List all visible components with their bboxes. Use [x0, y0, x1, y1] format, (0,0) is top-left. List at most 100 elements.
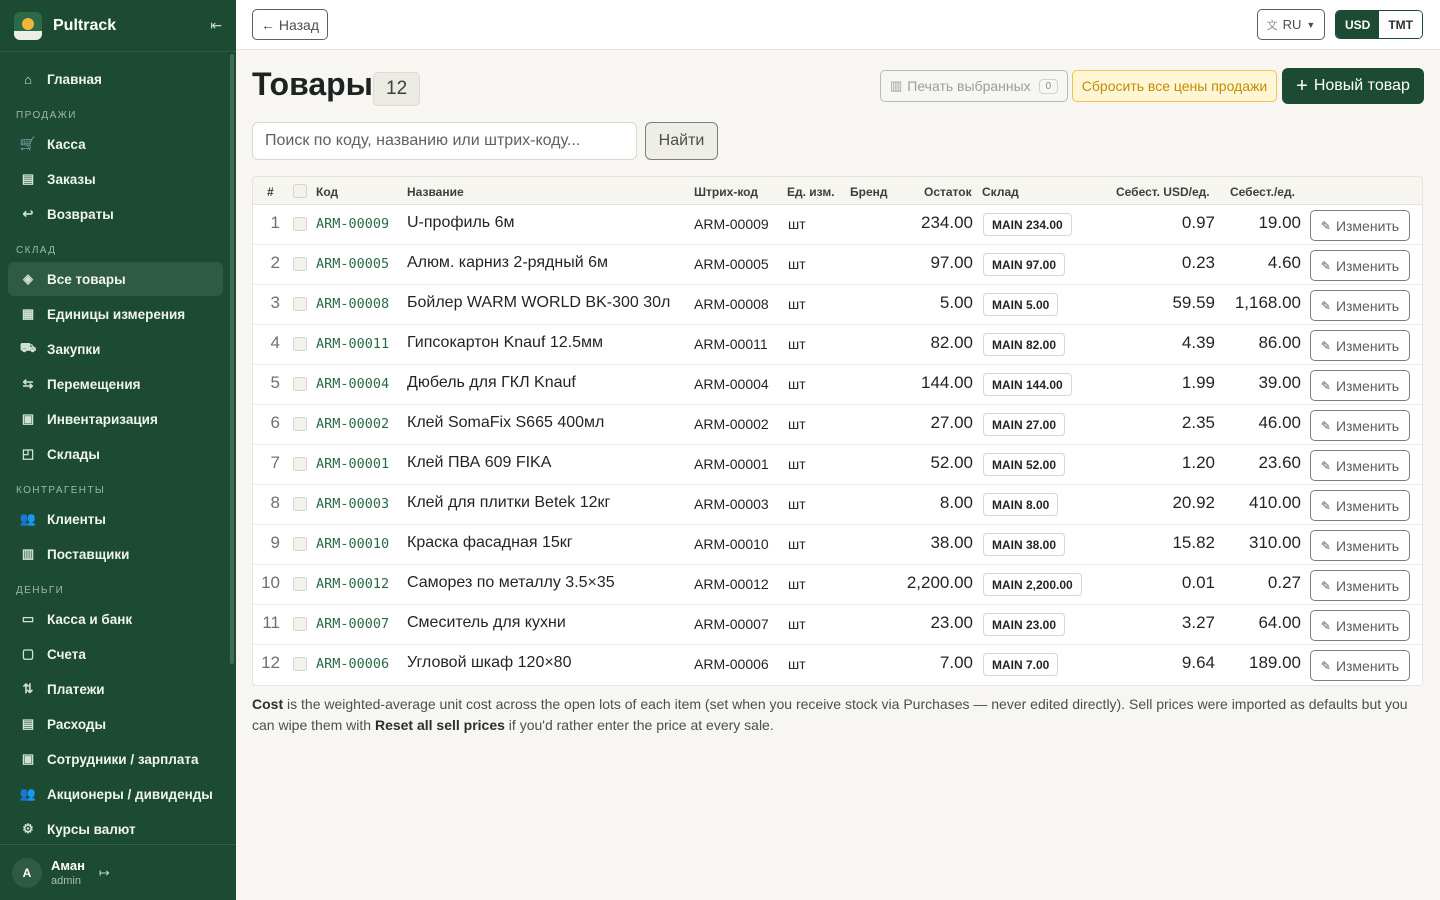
- select-all-checkbox[interactable]: [293, 184, 307, 198]
- product-barcode: ARM-00011: [694, 336, 768, 352]
- collapse-sidebar-icon[interactable]: ⇤: [210, 17, 222, 34]
- col-header-cost-usd[interactable]: Себест. USD/ед.: [1116, 185, 1210, 199]
- edit-icon: ✎: [1320, 538, 1331, 553]
- edit-button[interactable]: ✎ Изменить: [1310, 250, 1410, 281]
- col-header-code[interactable]: Код: [316, 185, 338, 199]
- sidebar-item-label: Поставщики: [47, 546, 130, 562]
- product-barcode: ARM-00012: [694, 576, 769, 592]
- sidebar-item-clipboard[interactable]: ▤ Заказы: [8, 162, 223, 196]
- sidebar-item-receipt[interactable]: ▤ Расходы: [8, 707, 223, 741]
- cost-local: 23.60: [1258, 453, 1301, 472]
- product-code-link[interactable]: ARM-00007: [316, 616, 389, 632]
- col-header-warehouse[interactable]: Склад: [982, 185, 1019, 199]
- sidebar-item-ruler[interactable]: ▦ Единицы измерения: [8, 297, 223, 331]
- col-header-barcode[interactable]: Штрих-код: [694, 185, 758, 199]
- print-selected-button[interactable]: ▥ Печать выбранных 0: [880, 70, 1068, 102]
- product-code-link[interactable]: ARM-00011: [316, 336, 389, 352]
- edit-button[interactable]: ✎ Изменить: [1310, 410, 1410, 441]
- product-name: Дюбель для ГКЛ Knauf: [407, 374, 576, 391]
- warehouse-badge: MAIN 38.00: [983, 533, 1066, 556]
- col-header-name[interactable]: Название: [407, 185, 464, 199]
- row-checkbox[interactable]: [293, 657, 307, 671]
- col-header-brand[interactable]: Бренд: [850, 185, 888, 199]
- sidebar-item-arrows-updown[interactable]: ⇅ Платежи: [8, 672, 223, 706]
- edit-button[interactable]: ✎ Изменить: [1310, 570, 1410, 601]
- edit-button[interactable]: ✎ Изменить: [1310, 490, 1410, 521]
- search-input[interactable]: [252, 122, 637, 160]
- sidebar-item-home[interactable]: ⌂ Главная: [8, 62, 223, 96]
- currency-usd-button[interactable]: USD: [1336, 11, 1380, 38]
- edit-icon: ✎: [1320, 338, 1331, 353]
- sidebar-item-cart[interactable]: 🛒 Касса: [8, 127, 223, 161]
- sidebar-item-checklist[interactable]: ▣ Инвентаризация: [8, 402, 223, 436]
- row-checkbox[interactable]: [293, 337, 307, 351]
- product-unit: шт: [788, 656, 806, 672]
- sidebar-item-badge[interactable]: ▣ Сотрудники / зарплата: [8, 742, 223, 776]
- reset-sell-prices-button[interactable]: Сбросить все цены продажи: [1072, 70, 1277, 102]
- row-checkbox[interactable]: [293, 257, 307, 271]
- edit-label: Изменить: [1335, 297, 1400, 314]
- product-code-link[interactable]: ARM-00008: [316, 296, 389, 312]
- col-header-unit[interactable]: Ед. изм.: [787, 185, 835, 199]
- row-checkbox[interactable]: [293, 217, 307, 231]
- product-code-link[interactable]: ARM-00006: [316, 656, 389, 672]
- warehouse-badge: MAIN 97.00: [983, 253, 1066, 276]
- new-product-button[interactable]: + Новый товар: [1282, 68, 1424, 104]
- product-code-link[interactable]: ARM-00012: [316, 576, 389, 592]
- product-stock: 52.00: [930, 453, 973, 472]
- row-checkbox[interactable]: [293, 417, 307, 431]
- sidebar-item-truck[interactable]: ⛟ Закупки: [8, 332, 223, 366]
- product-code-link[interactable]: ARM-00010: [316, 536, 389, 552]
- row-checkbox[interactable]: [293, 377, 307, 391]
- row-checkbox[interactable]: [293, 497, 307, 511]
- row-checkbox[interactable]: [293, 577, 307, 591]
- product-barcode: ARM-00001: [694, 456, 769, 472]
- edit-button[interactable]: ✎ Изменить: [1310, 290, 1410, 321]
- product-code-link[interactable]: ARM-00001: [316, 456, 389, 472]
- edit-button[interactable]: ✎ Изменить: [1310, 610, 1410, 641]
- edit-button[interactable]: ✎ Изменить: [1310, 370, 1410, 401]
- product-code-link[interactable]: ARM-00004: [316, 376, 389, 392]
- sidebar-item-users[interactable]: 👥 Клиенты: [8, 502, 223, 536]
- product-stock: 234.00: [921, 213, 973, 232]
- edit-button[interactable]: ✎ Изменить: [1310, 210, 1410, 241]
- edit-button[interactable]: ✎ Изменить: [1310, 450, 1410, 481]
- product-code-link[interactable]: ARM-00002: [316, 416, 389, 432]
- edit-button[interactable]: ✎ Изменить: [1310, 330, 1410, 361]
- sidebar-item-building[interactable]: ▥ Поставщики: [8, 537, 223, 571]
- product-code-link[interactable]: ARM-00005: [316, 256, 389, 272]
- edit-button[interactable]: ✎ Изменить: [1310, 650, 1410, 681]
- col-header-stock[interactable]: Остаток: [924, 185, 972, 199]
- warehouse-badge: MAIN 52.00: [983, 453, 1066, 476]
- warehouse-badge: MAIN 234.00: [983, 213, 1072, 236]
- logout-icon[interactable]: ↦: [99, 865, 110, 881]
- sidebar-item-wallet[interactable]: ▭ Касса и банк: [8, 602, 223, 636]
- sidebar-item-box[interactable]: ◈ Все товары: [8, 262, 223, 296]
- col-header-cost[interactable]: Себест./ед.: [1230, 185, 1295, 199]
- cart-icon: 🛒: [19, 136, 37, 151]
- row-checkbox[interactable]: [293, 297, 307, 311]
- sidebar-item-folder[interactable]: ▢ Счета: [8, 637, 223, 671]
- edit-icon: ✎: [1320, 258, 1331, 273]
- sidebar-item-label: Касса и банк: [47, 611, 133, 627]
- product-code-link[interactable]: ARM-00009: [316, 216, 389, 232]
- sidebar-item-currency[interactable]: ⚙ Курсы валют: [8, 812, 223, 844]
- find-button[interactable]: Найти: [645, 122, 718, 160]
- edit-icon: ✎: [1320, 498, 1331, 513]
- currency-icon: ⚙: [22, 821, 34, 836]
- sidebar-item-transfer[interactable]: ⇆ Перемещения: [8, 367, 223, 401]
- avatar[interactable]: A: [12, 857, 42, 888]
- sidebar-item-return[interactable]: ↩ Возвраты: [8, 197, 223, 231]
- edit-label: Изменить: [1335, 457, 1400, 474]
- currency-tmt-button[interactable]: TMT: [1379, 11, 1422, 38]
- edit-button[interactable]: ✎ Изменить: [1310, 530, 1410, 561]
- sidebar-item-warehouse[interactable]: ◰ Склады: [8, 437, 223, 471]
- sidebar-item-people[interactable]: 👥 Акционеры / дивиденды: [8, 777, 223, 811]
- product-code-link[interactable]: ARM-00003: [316, 496, 389, 512]
- language-select[interactable]: 文 RU ▼: [1257, 9, 1325, 40]
- row-number: 5: [270, 373, 280, 392]
- row-checkbox[interactable]: [293, 537, 307, 551]
- row-checkbox[interactable]: [293, 617, 307, 631]
- back-button[interactable]: ← Назад: [252, 9, 329, 40]
- row-checkbox[interactable]: [293, 457, 307, 471]
